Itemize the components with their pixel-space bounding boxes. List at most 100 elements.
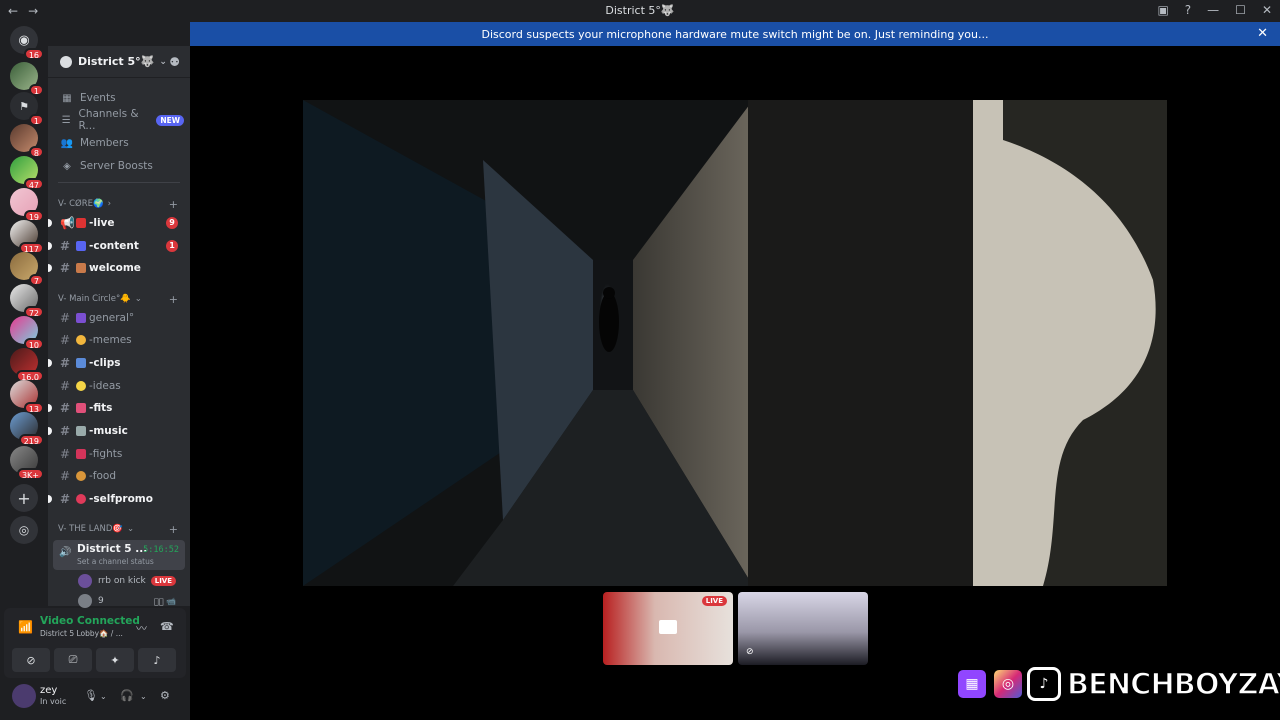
- channel-clips[interactable]: # -clips: [48, 353, 184, 373]
- screen-share-button[interactable]: ⎚: [54, 648, 92, 672]
- channels-icon: ☰: [61, 114, 71, 126]
- signal-icon: 📶: [18, 620, 33, 634]
- hash-icon: #: [60, 261, 71, 275]
- emoji: [76, 263, 86, 273]
- close-notice-icon[interactable]: ✕: [1257, 26, 1268, 41]
- unread-indicator: [48, 242, 52, 250]
- channel-live[interactable]: 📢 -live 9: [48, 213, 184, 233]
- voice-status-channel[interactable]: District 5 Lobby🏠 / ...: [40, 629, 123, 638]
- camera-thumbnail[interactable]: ⊘: [738, 592, 868, 665]
- channel-label: -live: [89, 217, 115, 229]
- chevron-down-icon[interactable]: ⌄: [140, 692, 147, 701]
- hash-icon: #: [60, 469, 71, 483]
- add-channel-icon[interactable]: +: [169, 293, 178, 306]
- channel-label: -food: [89, 470, 116, 482]
- guild-header[interactable]: District 5°🐺 ⌄ ⚉: [48, 46, 190, 78]
- announcement-icon: 📢: [60, 216, 75, 230]
- server-icon[interactable]: 3K+: [10, 446, 44, 480]
- maximize-icon[interactable]: ☐: [1235, 3, 1246, 17]
- user-name[interactable]: zey: [40, 685, 57, 696]
- server-icon[interactable]: ⚑ 1: [10, 92, 44, 126]
- server-icon[interactable]: 8: [10, 124, 44, 158]
- disconnect-icon[interactable]: ☎: [160, 620, 174, 633]
- server-icon[interactable]: 19: [10, 188, 44, 222]
- window-controls: ▣ ? — ☐ ✕: [1157, 3, 1272, 17]
- channel-selfpromo[interactable]: # -selfpromo: [48, 489, 184, 509]
- voice-channel-active[interactable]: 🔊 District 5 ... 5:16:52 Set a channel s…: [53, 540, 185, 570]
- nav-events[interactable]: ▦ Events: [56, 88, 184, 108]
- channel-label: -selfpromo: [89, 493, 153, 505]
- server-icon[interactable]: 10: [10, 316, 44, 350]
- channel-food[interactable]: # -food: [56, 466, 184, 486]
- add-channel-icon[interactable]: +: [169, 523, 178, 536]
- activities-button[interactable]: ✦: [96, 648, 134, 672]
- inbox-icon[interactable]: ▣: [1157, 3, 1168, 17]
- divider: [58, 182, 180, 183]
- server-icon[interactable]: 1: [10, 62, 44, 96]
- stream-thumbnail[interactable]: LIVE: [603, 592, 733, 665]
- camera-off-button[interactable]: ⊘: [12, 648, 50, 672]
- soundboard-icon: ♪: [153, 653, 161, 667]
- voice-stage: LIVE ⊘ ▦ ◎ ♪ BENCHBOYZAY: [190, 46, 1280, 720]
- channel-content[interactable]: # -content 1: [48, 236, 184, 256]
- server-icon[interactable]: 7: [10, 252, 44, 286]
- notice-text: Discord suspects your microphone hardwar…: [481, 27, 989, 41]
- channel-ideas[interactable]: # -ideas: [56, 376, 184, 396]
- server-icon[interactable]: 219: [10, 412, 44, 446]
- emoji: [76, 471, 86, 481]
- category-core[interactable]: V- CØRE🌍 › +: [58, 197, 184, 211]
- nav-server-boosts[interactable]: ◈ Server Boosts: [56, 156, 184, 176]
- new-badge: NEW: [156, 114, 184, 126]
- channel-welcome[interactable]: # welcome: [48, 258, 184, 278]
- server-icon[interactable]: 47: [10, 156, 44, 190]
- noise-suppression-icon[interactable]: 〰: [136, 620, 147, 636]
- mute-notice-banner: Discord suspects your microphone hardwar…: [190, 22, 1280, 46]
- chevron-down-icon[interactable]: ⌄: [100, 692, 107, 701]
- server-icon[interactable]: 16.0: [10, 348, 44, 382]
- speaker-icon: 🔊: [59, 547, 72, 558]
- add-channel-icon[interactable]: +: [169, 198, 178, 211]
- server-icon[interactable]: 117: [10, 220, 44, 254]
- nav-channels-roles[interactable]: ☰ Channels & R... NEW: [56, 108, 184, 132]
- add-server-icon[interactable]: +: [10, 484, 38, 512]
- category-main-circle[interactable]: V- Main Circle°🐥 ⌄ +: [58, 292, 184, 306]
- server-badge: 1: [28, 114, 44, 126]
- emoji: [76, 218, 86, 228]
- emoji: [76, 241, 86, 251]
- emoji: [76, 335, 86, 345]
- close-window-icon[interactable]: ✕: [1262, 3, 1272, 17]
- help-icon[interactable]: ?: [1185, 3, 1191, 17]
- channel-music[interactable]: # -music: [48, 421, 184, 441]
- emoji: [76, 313, 86, 323]
- server-icon[interactable]: 13: [10, 380, 44, 414]
- channel-general[interactable]: # general°: [56, 308, 184, 328]
- guild-name: District 5°🐺: [78, 55, 155, 68]
- voice-user[interactable]: rrb on kick LIVE: [78, 572, 182, 590]
- voice-status-title[interactable]: Video Connected: [40, 615, 140, 627]
- home-discord-icon[interactable]: ◉ 16: [10, 26, 44, 60]
- focused-stream-video[interactable]: [303, 100, 1167, 586]
- emoji: [76, 358, 86, 368]
- nav-members[interactable]: 👥 Members: [56, 133, 184, 153]
- user-avatar[interactable]: [12, 684, 36, 708]
- invite-people-icon[interactable]: ⚉: [169, 55, 180, 69]
- minimize-icon[interactable]: —: [1207, 3, 1219, 17]
- category-the-land[interactable]: V- THE LAND🎯 ⌄ +: [58, 522, 184, 536]
- channel-fights[interactable]: # -fights: [56, 444, 184, 464]
- hash-icon: #: [60, 379, 71, 393]
- channel-label: -music: [89, 425, 128, 437]
- soundboard-button[interactable]: ♪: [138, 648, 176, 672]
- server-icon[interactable]: 72: [10, 284, 44, 318]
- stream-frame-illustration: [303, 100, 1167, 586]
- window-title: District 5°🐺: [605, 4, 675, 17]
- headphones-icon[interactable]: 🎧: [120, 689, 134, 702]
- channel-label: -fits: [89, 402, 113, 414]
- set-channel-status-link[interactable]: Set a channel status: [77, 557, 154, 566]
- channel-fits[interactable]: # -fits: [48, 398, 184, 418]
- settings-gear-icon[interactable]: ⚙: [160, 689, 170, 702]
- discover-icon[interactable]: ◎: [10, 516, 38, 544]
- unread-indicator: [48, 219, 52, 227]
- microphone-icon[interactable]: 🎙: [84, 689, 98, 702]
- channel-memes[interactable]: # -memes: [56, 330, 184, 350]
- chevron-down-icon: ⌄: [134, 294, 142, 304]
